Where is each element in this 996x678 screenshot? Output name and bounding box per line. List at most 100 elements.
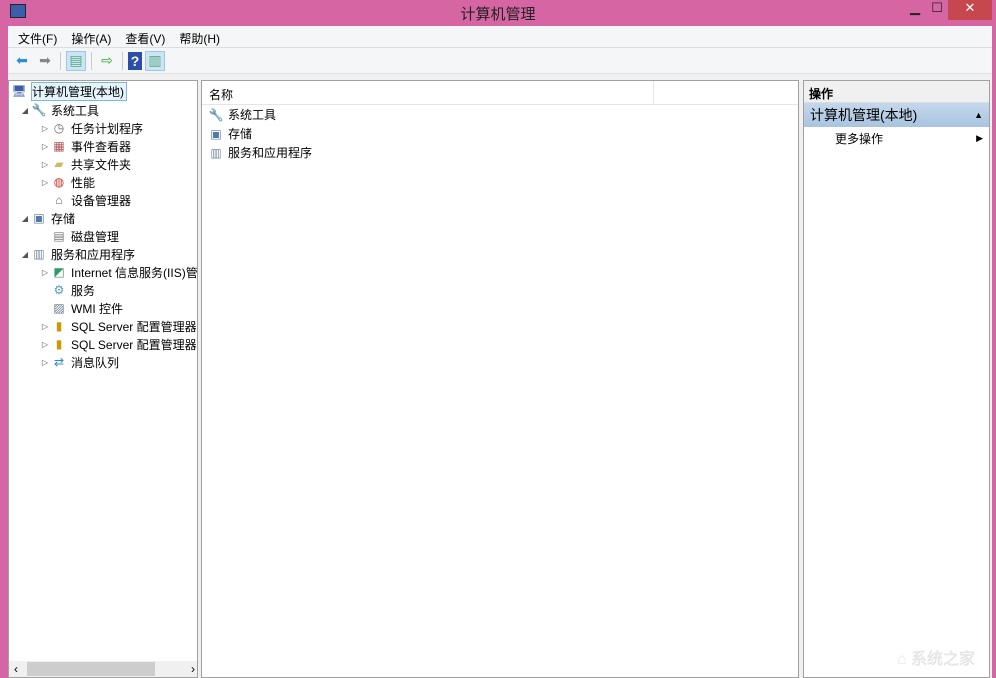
message-queue-icon: ⇄ — [51, 354, 67, 370]
expander-icon[interactable]: ◢ — [19, 106, 31, 115]
console-tree: 🖥计算机管理(本地)◢🔧系统工具▷◷任务计划程序▷▦事件查看器▷▰共享文件夹▷◍… — [8, 80, 198, 678]
tree-item-label: 存储 — [51, 210, 75, 227]
tree-item[interactable]: ◢🔧系统工具 — [19, 101, 99, 119]
tree-item-label: SQL Server 配置管理器 — [71, 318, 197, 335]
tree-item[interactable]: ▷⇄消息队列 — [39, 353, 119, 371]
title-bar: 计算机管理 ▁ ☐ ✕ — [0, 0, 996, 26]
list-item-label: 存储 — [228, 125, 252, 142]
tree-item[interactable]: ▷◍性能 — [39, 173, 95, 191]
horizontal-scrollbar[interactable]: ‹› — [9, 661, 197, 677]
tree-item[interactable]: ▷▮SQL Server 配置管理器 — [39, 335, 197, 353]
tree-item-label: Internet 信息服务(IIS)管 — [71, 264, 198, 281]
more-actions-item[interactable]: 更多操作 ▶ — [804, 127, 989, 149]
actions-section-computer-management[interactable]: 计算机管理(本地) ▲ — [804, 103, 989, 127]
toolbar: ⬅ ➡ ▤ ⇨ ? ▥ — [8, 48, 992, 74]
tree-item[interactable]: ▷▦事件查看器 — [39, 137, 131, 155]
actions-section-label: 计算机管理(本地) — [810, 105, 917, 125]
menu-file[interactable]: 文件(F) — [12, 26, 65, 47]
collapse-icon[interactable]: ▲ — [974, 110, 983, 120]
show-hide-action-pane-button[interactable]: ▥ — [145, 51, 165, 71]
tree-item[interactable]: ▷◩Internet 信息服务(IIS)管 — [39, 263, 198, 281]
tree-item-label: 任务计划程序 — [71, 120, 143, 137]
actions-pane: 操作 计算机管理(本地) ▲ 更多操作 ▶ ⌂ 系统之家 — [803, 80, 990, 678]
tree-item-label: 性能 — [71, 174, 95, 191]
tree-item-label: 磁盘管理 — [71, 228, 119, 245]
menu-view[interactable]: 查看(V) — [119, 26, 173, 47]
submenu-arrow-icon: ▶ — [976, 133, 983, 144]
expander-icon[interactable]: ▷ — [39, 322, 51, 331]
tools-icon: 🔧 — [31, 102, 47, 118]
expander-icon[interactable]: ◢ — [19, 250, 31, 259]
menu-action[interactable]: 操作(A) — [65, 26, 119, 47]
iis-icon: ◩ — [51, 264, 67, 280]
tree-item-label: WMI 控件 — [71, 300, 123, 317]
export-list-button[interactable]: ⇨ — [97, 51, 117, 71]
tree-item-label: 系统工具 — [51, 102, 99, 119]
tree-item[interactable]: ◢▣存储 — [19, 209, 75, 227]
tree-item[interactable]: ▷▮SQL Server 配置管理器 — [39, 317, 197, 335]
expander-icon[interactable]: ▷ — [39, 178, 51, 187]
menu-bar: 文件(F) 操作(A) 查看(V) 帮助(H) — [8, 26, 992, 48]
disk-icon: ▤ — [51, 228, 67, 244]
tree-item-label: 服务 — [71, 282, 95, 299]
tree-item-label: 事件查看器 — [71, 138, 131, 155]
expander-icon[interactable]: ▷ — [39, 160, 51, 169]
scroll-right-icon[interactable]: › — [191, 662, 195, 676]
forward-button[interactable]: ➡ — [35, 51, 55, 71]
wmi-icon: ▨ — [51, 300, 67, 316]
list-item[interactable]: ▣存储 — [202, 124, 798, 143]
clock-icon: ◷ — [51, 120, 67, 136]
list-item[interactable]: ▥服务和应用程序 — [202, 143, 798, 162]
expander-icon[interactable]: ▷ — [39, 142, 51, 151]
list-item[interactable]: 🔧系统工具 — [202, 105, 798, 124]
sql-icon: ▮ — [51, 336, 67, 352]
tree-item[interactable]: ◢▥服务和应用程序 — [19, 245, 135, 263]
actions-header: 操作 — [804, 81, 989, 103]
show-hide-console-tree-button[interactable]: ▤ — [66, 51, 86, 71]
column-header-empty — [654, 81, 798, 104]
tree-item[interactable]: ⚙服务 — [39, 281, 95, 299]
column-name-header[interactable]: 名称 — [202, 81, 654, 104]
expander-icon[interactable]: ▷ — [39, 268, 51, 277]
tree-item[interactable]: ⌂设备管理器 — [39, 191, 131, 209]
watermark-logo: ⌂ 系统之家 — [897, 645, 975, 669]
services-apps-icon: ▥ — [31, 246, 47, 262]
window-title: 计算机管理 — [0, 3, 996, 24]
expander-icon[interactable]: ▷ — [39, 124, 51, 133]
scroll-left-icon[interactable]: ‹ — [9, 662, 23, 676]
list-item-label: 服务和应用程序 — [228, 144, 312, 161]
maximize-button[interactable]: ☐ — [925, 0, 949, 20]
tree-item-label: 服务和应用程序 — [51, 246, 135, 263]
tree-item[interactable]: ▷◷任务计划程序 — [39, 119, 143, 137]
shared-folder-icon: ▰ — [51, 156, 67, 172]
close-button[interactable]: ✕ — [948, 0, 992, 20]
tree-item-label: 设备管理器 — [71, 192, 131, 209]
details-pane: 名称 🔧系统工具 ▣存储 ▥服务和应用程序 — [201, 80, 799, 678]
window-client: 文件(F) 操作(A) 查看(V) 帮助(H) ⬅ ➡ ▤ ⇨ ? ▥ 🖥计算机… — [8, 26, 992, 678]
more-actions-label: 更多操作 — [835, 130, 883, 147]
back-button[interactable]: ⬅ — [12, 51, 32, 71]
toolbar-separator — [91, 52, 92, 70]
help-button[interactable]: ? — [128, 52, 142, 70]
scrollbar-thumb[interactable] — [27, 662, 155, 676]
gear-icon: ⚙ — [51, 282, 67, 298]
expander-icon[interactable]: ◢ — [19, 214, 31, 223]
expander-icon[interactable]: ▷ — [39, 340, 51, 349]
toolbar-separator — [122, 52, 123, 70]
storage-icon: ▣ — [31, 210, 47, 226]
tree-item[interactable]: ▷▰共享文件夹 — [39, 155, 131, 173]
tools-icon: 🔧 — [208, 107, 224, 123]
tree-item-label: SQL Server 配置管理器 — [71, 336, 197, 353]
event-viewer-icon: ▦ — [51, 138, 67, 154]
tree-item[interactable]: ▤磁盘管理 — [39, 227, 119, 245]
toolbar-separator — [60, 52, 61, 70]
tree-item-label: 消息队列 — [71, 354, 119, 371]
computer-icon: 🖥 — [11, 83, 27, 99]
tree-item[interactable]: 🖥计算机管理(本地) — [11, 82, 127, 100]
performance-icon: ◍ — [51, 174, 67, 190]
storage-icon: ▣ — [208, 126, 224, 142]
tree-item[interactable]: ▨WMI 控件 — [39, 299, 123, 317]
expander-icon[interactable]: ▷ — [39, 358, 51, 367]
menu-help[interactable]: 帮助(H) — [173, 26, 228, 47]
list-item-label: 系统工具 — [228, 106, 276, 123]
